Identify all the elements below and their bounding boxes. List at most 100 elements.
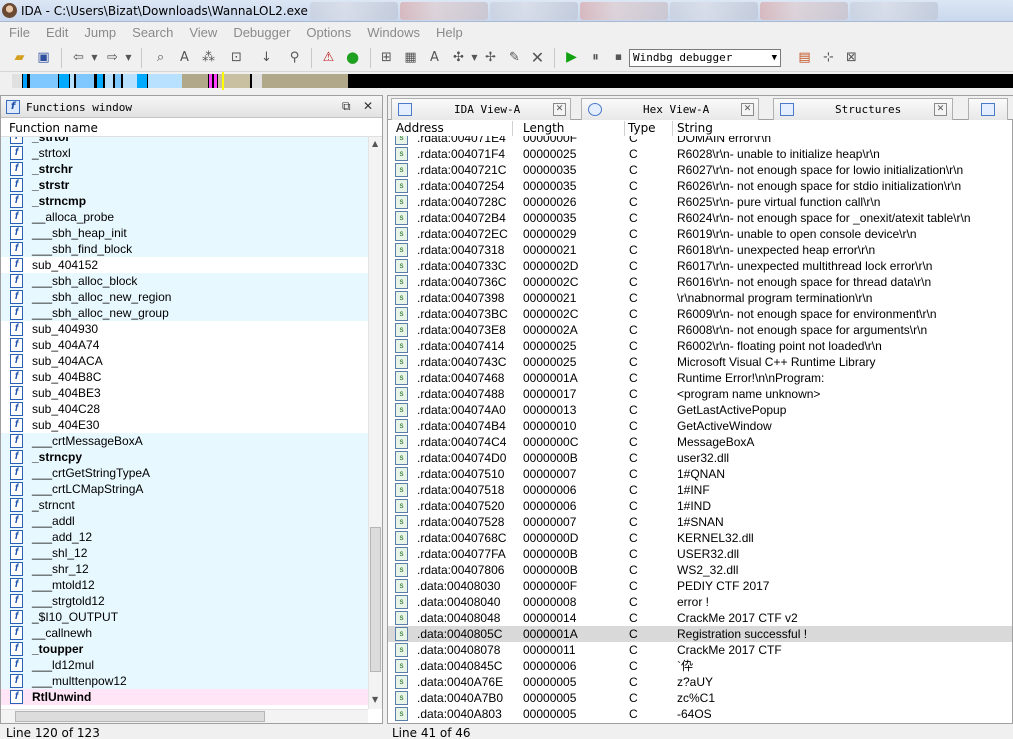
- string-row[interactable]: s .rdata:0040768C 0000000D C KERNEL32.dll: [388, 530, 1012, 546]
- edit-search-icon[interactable]: ⚲: [286, 49, 303, 66]
- menu-windows[interactable]: Windows: [367, 25, 420, 40]
- debugger-select[interactable]: Windbg debugger ▼: [629, 49, 781, 67]
- scrollbar-thumb[interactable]: [15, 711, 265, 722]
- function-row[interactable]: f ___add_12: [1, 529, 368, 545]
- function-row[interactable]: f _strncpy: [1, 449, 368, 465]
- functions-horizontal-scrollbar[interactable]: [1, 709, 368, 723]
- data-dropdown-icon[interactable]: ▼: [466, 49, 483, 66]
- delete-breakpoint-icon[interactable]: ⊠: [843, 49, 860, 66]
- menu-help[interactable]: Help: [436, 25, 463, 40]
- string-row[interactable]: s .rdata:0040733C 0000002D C R6017\r\n- unex…: [388, 258, 1012, 274]
- string-row[interactable]: s .rdata:004074B4 00000010 C GetActiveWindow: [388, 418, 1012, 434]
- edit-field-icon[interactable]: ✎: [506, 49, 523, 66]
- tab-ida-view-a[interactable]: IDA View-A ✕: [391, 98, 571, 120]
- function-row[interactable]: f sub_404BE3: [1, 385, 368, 401]
- taskbar-tab[interactable]: [400, 2, 488, 20]
- function-name-header[interactable]: Function name: [1, 121, 382, 137]
- function-row[interactable]: f ___sbh_heap_init: [1, 225, 368, 241]
- string-row[interactable]: s .rdata:004071F4 00000025 C R6028\r\n- unab…: [388, 146, 1012, 162]
- column-header-type[interactable]: Type: [628, 121, 656, 135]
- string-row[interactable]: s .rdata:0040728C 00000026 C R6025\r\n- pure…: [388, 194, 1012, 210]
- close-icon[interactable]: ✕: [553, 103, 566, 116]
- menu-file[interactable]: File: [9, 25, 30, 40]
- open-folder-icon[interactable]: ▰: [11, 49, 28, 66]
- function-row[interactable]: f ___sbh_alloc_block: [1, 273, 368, 289]
- forward-dropdown-icon[interactable]: ▼: [120, 49, 137, 66]
- string-row[interactable]: s .rdata:0040743C 00000025 C Microsoft Visua…: [388, 354, 1012, 370]
- run-play-icon[interactable]: ▶: [563, 49, 580, 66]
- tab-structures[interactable]: Structures ✕: [773, 98, 953, 120]
- string-row[interactable]: s .rdata:00407468 0000001A C Runtime Error!\…: [388, 370, 1012, 386]
- string-row[interactable]: s .rdata:00407806 0000000B C WS2_32.dll: [388, 562, 1012, 578]
- taskbar-tab[interactable]: [760, 2, 848, 20]
- scrollbar-thumb[interactable]: [370, 527, 381, 672]
- search-immediate-icon[interactable]: ⁂: [200, 49, 217, 66]
- function-row[interactable]: f ___shr_12: [1, 561, 368, 577]
- create-function-icon[interactable]: ⊞: [378, 49, 395, 66]
- pause-icon[interactable]: ⏸: [587, 49, 604, 66]
- string-row[interactable]: s .data:0040A76E 00000005 Cz?aUY: [388, 674, 1012, 690]
- string-row[interactable]: s .rdata:00407518 00000006 C 1#INF: [388, 482, 1012, 498]
- tab-hex-view-a[interactable]: Hex View-A ✕: [581, 98, 759, 120]
- string-row[interactable]: s .data:00408048 00000014 C CrackMe 2017 CTF…: [388, 610, 1012, 626]
- warning-icon[interactable]: ⚠: [320, 49, 337, 66]
- function-row[interactable]: f sub_404152: [1, 257, 368, 273]
- function-row[interactable]: f sub_404B8C: [1, 369, 368, 385]
- column-header-string[interactable]: String: [677, 121, 713, 135]
- navigation-band[interactable]: [12, 72, 1013, 90]
- function-row[interactable]: f RtlUnwind: [1, 689, 368, 705]
- string-row[interactable]: s .data:0040805C 0000001A C Registration suc…: [388, 626, 1012, 642]
- jump-down-icon[interactable]: ↓: [258, 49, 275, 66]
- function-row[interactable]: f _strstr: [1, 177, 368, 193]
- function-row[interactable]: f _strchr: [1, 161, 368, 177]
- function-row[interactable]: f ___addl: [1, 513, 368, 529]
- save-icon[interactable]: ▣: [35, 49, 52, 66]
- forward-arrow-icon[interactable]: ⇨: [104, 49, 121, 66]
- make-string-icon[interactable]: A: [426, 49, 443, 66]
- close-icon[interactable]: ✕: [934, 103, 947, 116]
- close-icon[interactable]: ✕: [363, 99, 373, 113]
- string-row[interactable]: s .rdata:004072EC 00000029 C R6019\r\n- unab…: [388, 226, 1012, 242]
- menu-debugger[interactable]: Debugger: [233, 25, 290, 40]
- string-row[interactable]: s .rdata:004073BC 0000002C C R6009\r\n- not …: [388, 306, 1012, 322]
- string-row[interactable]: s .data:00408040 00000008 Cerror !: [388, 594, 1012, 610]
- column-header-address[interactable]: Address: [396, 121, 444, 135]
- function-row[interactable]: f ___multtenpow12: [1, 673, 368, 689]
- green-circle-icon[interactable]: ●: [344, 49, 361, 66]
- make-struct-icon[interactable]: ✢: [482, 49, 499, 66]
- function-row[interactable]: f _strncmp: [1, 193, 368, 209]
- function-row[interactable]: f __alloca_probe: [1, 209, 368, 225]
- string-row[interactable]: s .rdata:004074A0 00000013 C GetLastActivePo…: [388, 402, 1012, 418]
- string-row[interactable]: s .rdata:0040721C 00000035 C R6027\r\n- not …: [388, 162, 1012, 178]
- string-row[interactable]: s .rdata:004072B4 00000035 C R6024\r\n- not …: [388, 210, 1012, 226]
- scroll-down-icon[interactable]: ▼: [372, 695, 378, 704]
- function-row[interactable]: f __callnewh: [1, 625, 368, 641]
- string-row[interactable]: s .rdata:004073E8 0000002A C R6008\r\n- not …: [388, 322, 1012, 338]
- function-row[interactable]: f _$I10_OUTPUT: [1, 609, 368, 625]
- string-row[interactable]: s .rdata:004077FA 0000000B C USER32.dll: [388, 546, 1012, 562]
- string-row[interactable]: s .rdata:00407254 00000035 C R6026\r\n- not …: [388, 178, 1012, 194]
- function-row[interactable]: f sub_404E30: [1, 417, 368, 433]
- search-text-icon[interactable]: A: [176, 49, 193, 66]
- function-row[interactable]: f _strtoxl: [1, 145, 368, 161]
- back-dropdown-icon[interactable]: ▼: [86, 49, 103, 66]
- taskbar-tab[interactable]: [670, 2, 758, 20]
- close-icon[interactable]: ✕: [741, 103, 754, 116]
- tab-strings[interactable]: [968, 98, 1008, 120]
- restore-window-icon[interactable]: ⧉: [342, 99, 351, 114]
- string-row[interactable]: s .rdata:004071E4 0000000F C DOMAIN error\r\…: [388, 136, 1012, 146]
- string-row[interactable]: s .rdata:0040736C 0000002C C R6016\r\n- not …: [388, 274, 1012, 290]
- string-row[interactable]: s .rdata:00407318 00000021 C R6018\r\n- unex…: [388, 242, 1012, 258]
- search-binary-icon[interactable]: ⊡: [228, 49, 245, 66]
- menu-view[interactable]: View: [189, 25, 217, 40]
- search-sequence-icon[interactable]: ⌕: [152, 49, 169, 66]
- functions-vertical-scrollbar[interactable]: ▲ ▼: [368, 137, 382, 709]
- string-row[interactable]: s .rdata:004074C4 0000000C C MessageBoxA: [388, 434, 1012, 450]
- undefine-x-icon[interactable]: ✕: [529, 49, 546, 66]
- string-row[interactable]: s .data:00408030 0000000F C PEDIY CTF 2017: [388, 578, 1012, 594]
- menu-jump[interactable]: Jump: [84, 25, 116, 40]
- string-row[interactable]: s .data:0040A803 00000005 C -64OS: [388, 706, 1012, 722]
- debugger-options-icon[interactable]: ▤: [796, 49, 813, 66]
- taskbar-tab[interactable]: [490, 2, 578, 20]
- menu-edit[interactable]: Edit: [46, 25, 68, 40]
